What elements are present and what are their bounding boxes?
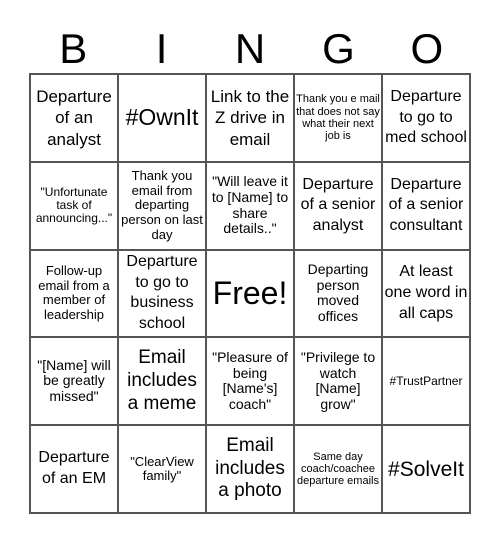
bingo-cell[interactable]: Departing person moved offices	[294, 249, 382, 338]
header-letter-n: N	[234, 25, 266, 72]
bingo-cell[interactable]: Departure to go to business school	[118, 249, 206, 338]
bingo-cell[interactable]: Departure to go to med school	[382, 74, 470, 162]
bingo-cell[interactable]: "Pleasure of being [Name's] coach"	[206, 337, 294, 426]
bingo-cell[interactable]: Departure of an EM	[30, 425, 118, 513]
bingo-cell[interactable]: #SolveIt	[382, 425, 470, 513]
bingo-cell[interactable]: Link to the Z drive in email	[206, 74, 294, 162]
bingo-cell[interactable]: Same day coach/coachee departure emails	[294, 425, 382, 513]
header-letter-b: B	[59, 25, 88, 72]
header-letter-i: I	[155, 25, 168, 72]
bingo-cell[interactable]: #TrustPartner	[382, 337, 470, 426]
bingo-cell[interactable]: Follow-up email from a member of leaders…	[30, 249, 118, 338]
bingo-cell[interactable]: Thank you e mail that does not say what …	[294, 74, 382, 162]
bingo-header: B I N G O	[29, 24, 471, 74]
bingo-cell[interactable]: Departure of a senior analyst	[294, 161, 382, 250]
bingo-cell[interactable]: Email includes a meme	[118, 337, 206, 426]
bingo-cell[interactable]: At least one word in all caps	[382, 249, 470, 338]
bingo-cell[interactable]: "Unfortunate task of announcing..."	[30, 161, 118, 250]
bingo-grid: Departure of an analyst #OwnIt Link to t…	[29, 73, 471, 514]
free-space-cell[interactable]: Free!	[206, 249, 294, 338]
bingo-cell[interactable]: "Will leave it to [Name] to share detail…	[206, 161, 294, 250]
bingo-cell[interactable]: Departure of a senior consultant	[382, 161, 470, 250]
bingo-cell[interactable]: "[Name] will be greatly missed"	[30, 337, 118, 426]
bingo-cell[interactable]: Thank you email from departing person on…	[118, 161, 206, 250]
header-letter-g: G	[322, 25, 355, 72]
bingo-cell[interactable]: Email includes a photo	[206, 425, 294, 513]
bingo-cell[interactable]: "ClearView family"	[118, 425, 206, 513]
header-letter-o: O	[410, 25, 444, 72]
bingo-cell[interactable]: #OwnIt	[118, 74, 206, 162]
bingo-cell[interactable]: Departure of an analyst	[30, 74, 118, 162]
bingo-cell[interactable]: "Privilege to watch [Name] grow"	[294, 337, 382, 426]
